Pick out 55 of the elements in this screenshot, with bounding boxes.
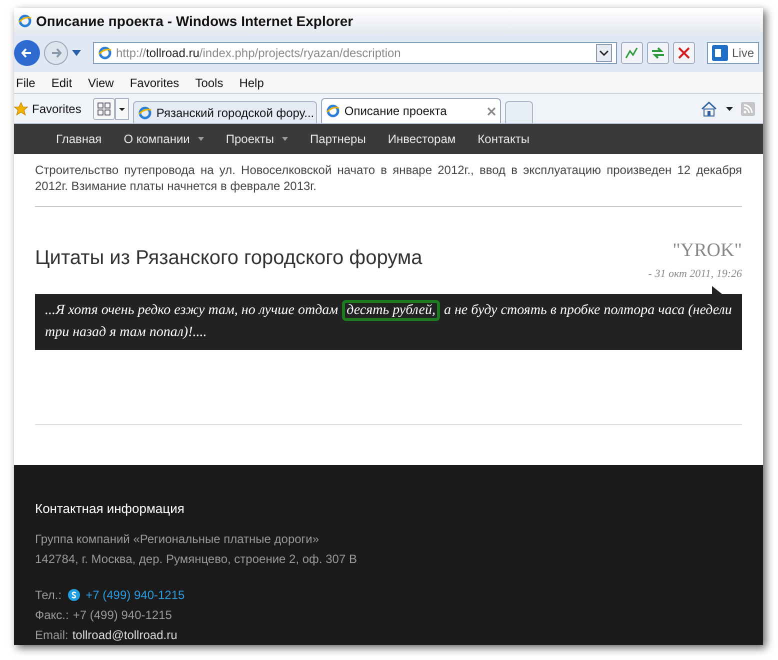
close-tab-icon[interactable] — [487, 106, 496, 116]
nav-link[interactable]: Контакты — [478, 130, 530, 148]
phone-link[interactable]: +7 (499) 940-1215 — [86, 585, 185, 605]
menu-item[interactable]: Tools — [195, 74, 224, 92]
browser-logo-icon — [138, 106, 152, 120]
menu-item[interactable]: Edit — [51, 74, 72, 92]
favorites-button[interactable]: Favorites — [14, 100, 82, 118]
back-arrow-icon — [21, 47, 33, 59]
menu-item[interactable]: Favorites — [130, 74, 180, 92]
live-search-button[interactable]: Live — [706, 42, 759, 64]
highlight-frame: десять рублей, — [342, 300, 440, 321]
browser-tab[interactable]: Рязанский городской фору... — [133, 101, 318, 123]
stop-icon[interactable] — [672, 42, 695, 64]
company-address: 142784, г. Москва, дер. Румянцево, строение 2, оф. 307 В — [35, 551, 358, 568]
email-label: Email: — [35, 627, 68, 644]
browser-logo-icon — [326, 104, 340, 118]
compatibility-icon[interactable] — [620, 42, 643, 64]
nav-link[interactable]: Инвесторам — [388, 130, 456, 148]
caret-icon — [282, 137, 288, 141]
nav-link[interactable]: Партнеры — [310, 130, 366, 148]
caret-icon — [72, 50, 81, 56]
mail-logo-icon — [712, 45, 728, 61]
star-icon — [14, 102, 28, 116]
window-title: Описание проекта - Windows Internet Explorer — [36, 12, 354, 31]
footer-heading: Контактная информация — [35, 500, 186, 518]
email-link[interactable]: tollroad@tollroad.ru — [72, 625, 178, 645]
section-title: Цитаты из Рязанского городского форума — [35, 246, 422, 271]
caret-icon — [198, 137, 204, 141]
company-name: Группа компаний «Региональные платные дороги» — [35, 531, 320, 548]
quote-author: "YROK" — [672, 239, 742, 263]
menu-item[interactable]: Help — [239, 74, 264, 92]
phone-label: Тел.: — [35, 587, 62, 604]
nav-link[interactable]: О компании — [124, 130, 204, 148]
fax-label: Факс.: — [35, 607, 69, 624]
fax-number: +7 (499) 940-1215 — [72, 607, 172, 624]
browser-tab[interactable]: Описание проекта — [321, 98, 502, 123]
forward-arrow-icon — [50, 47, 62, 59]
nav-link[interactable]: Проекты — [226, 130, 288, 148]
skype-icon — [68, 589, 80, 601]
quote-text: ...Я хотя очень редко езжу там, но лучше отдам десять рублей, а не буду стоять в пробке полтора часа (недели три назад я там попал)!.... — [45, 300, 732, 344]
refresh-icon[interactable] — [646, 42, 669, 64]
back-button[interactable] — [14, 40, 40, 66]
menu-item[interactable]: File — [16, 74, 36, 92]
menu-item[interactable]: View — [88, 74, 114, 92]
dropdown-caret-icon[interactable] — [596, 44, 612, 62]
nav-link[interactable]: Главная — [56, 130, 102, 148]
home-icon[interactable] — [700, 100, 718, 116]
caret-icon[interactable] — [726, 106, 733, 110]
browser-logo-icon — [98, 46, 112, 60]
browser-logo-icon — [18, 14, 32, 28]
caret-icon[interactable] — [115, 98, 130, 120]
quick-tabs-icon[interactable] — [93, 98, 116, 120]
address-field[interactable]: http://tollroad.ru/index.php/projects/ryazan/description — [93, 42, 617, 64]
quote-date: - 31 окт 2011, 19:26 — [648, 266, 742, 282]
intro-paragraph: Строительство путепровода на ул. Новоселковской начато в январе 2012г., ввод в эксплуатацию произведен 12 декабря 2012г. Взимание платы начнется в феврале 2013г. — [35, 162, 742, 194]
